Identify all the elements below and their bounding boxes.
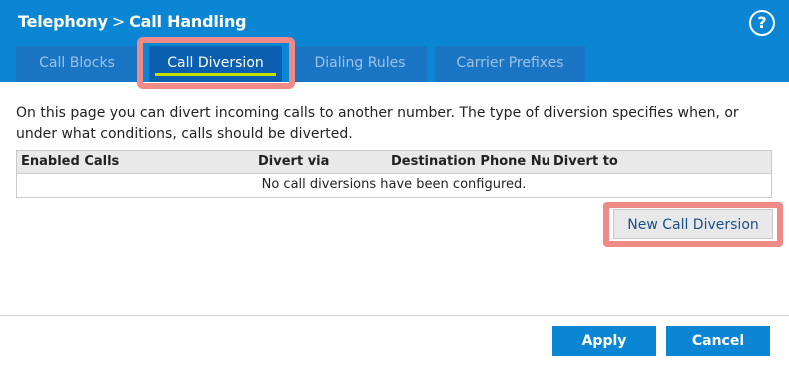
new-call-diversion-button[interactable]: New Call Diversion — [613, 209, 773, 239]
tab-carrier-prefixes[interactable]: Carrier Prefixes — [435, 46, 585, 82]
column-header-enabled-calls[interactable]: Enabled Calls — [21, 154, 221, 169]
breadcrumb-separator: > — [111, 12, 126, 31]
breadcrumb: Telephony > Call Handling — [18, 12, 247, 31]
page-description: On this page you can divert incoming cal… — [16, 105, 739, 142]
tab-highlight — [137, 37, 295, 89]
empty-table-message: No call diversions have been configured. — [261, 177, 527, 192]
tab-label: Carrier Prefixes — [456, 55, 564, 71]
tab-dialing-rules[interactable]: Dialing Rules — [293, 46, 427, 82]
column-header-destination-phone-number[interactable]: Destination Phone Number — [391, 154, 549, 169]
breadcrumb-current: Call Handling — [129, 12, 247, 31]
tab-label: Call Blocks — [39, 55, 115, 71]
apply-button[interactable]: Apply — [552, 326, 656, 356]
call-diversion-table: Enabled Calls Divert via Destination Pho… — [16, 150, 772, 198]
footer-divider — [0, 315, 789, 316]
column-header-divert-via[interactable]: Divert via — [258, 154, 378, 169]
table-header: Enabled Calls Divert via Destination Pho… — [17, 151, 771, 174]
tab-call-blocks[interactable]: Call Blocks — [16, 46, 138, 82]
cancel-button[interactable]: Cancel — [666, 326, 770, 356]
breadcrumb-parent[interactable]: Telephony — [18, 12, 108, 31]
column-header-divert-to[interactable]: Divert to — [553, 154, 673, 169]
help-icon[interactable]: ? — [749, 10, 775, 36]
tab-label: Dialing Rules — [314, 55, 406, 71]
